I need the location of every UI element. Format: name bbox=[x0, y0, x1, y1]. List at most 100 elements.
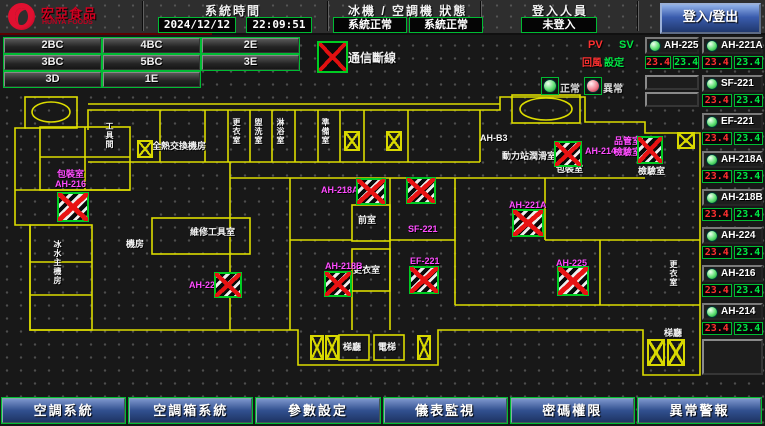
floor-button-4bc[interactable]: 4BC bbox=[103, 38, 200, 53]
plan-room-label: 機房 bbox=[126, 239, 144, 249]
unit-name-label: AH-214 bbox=[721, 306, 755, 317]
plan-room-label: 盥洗室 bbox=[253, 118, 263, 145]
unit-status-lamp bbox=[706, 154, 718, 166]
unit-ah-218b[interactable]: AH-218B bbox=[702, 189, 763, 206]
unit-ah-221a[interactable]: AH-221A bbox=[702, 37, 763, 54]
plan-unit-label: SF-221 bbox=[408, 224, 438, 234]
ahu-commfail-icon[interactable] bbox=[512, 209, 544, 237]
floor-button-3e[interactable]: 3E bbox=[202, 55, 299, 70]
unit-sv-value: 23.4 bbox=[734, 208, 764, 221]
unit-slot-empty bbox=[645, 75, 699, 90]
stair-icon bbox=[137, 140, 153, 158]
system-date-value: 2024/12/12 bbox=[158, 17, 236, 33]
company-name-en: HUNYA FOODS bbox=[42, 19, 93, 26]
login-logout-button[interactable]: 登入/登出 bbox=[660, 3, 761, 34]
nav-button-異常警報[interactable]: 異常警報 bbox=[638, 398, 761, 423]
ahu-commfail-icon[interactable] bbox=[356, 178, 386, 205]
unit-ah-225[interactable]: AH-225 bbox=[645, 37, 699, 54]
unit-sf-221[interactable]: SF-221 bbox=[702, 75, 763, 92]
plan-unit-label: AH-218B bbox=[325, 261, 363, 271]
bottom-nav: 空調系統空調箱系統參數設定儀表監視密碼權限異常警報 bbox=[1, 397, 764, 424]
floor-button-3d[interactable]: 3D bbox=[4, 72, 101, 87]
company-logo-icon bbox=[8, 3, 35, 30]
ahu-commfail-icon[interactable] bbox=[324, 271, 352, 297]
unit-ef-221[interactable]: EF-221 bbox=[702, 113, 763, 130]
unit-ah-216[interactable]: AH-216 bbox=[702, 265, 763, 282]
comm-fail-label: 通信斷線 bbox=[348, 49, 396, 66]
nav-button-密碼權限[interactable]: 密碼權限 bbox=[511, 398, 634, 423]
plan-unit-label: AH-214 bbox=[585, 146, 616, 156]
unit-pv-value: 23.4 bbox=[702, 322, 732, 335]
nav-button-參數設定[interactable]: 參數設定 bbox=[256, 398, 379, 423]
unit-slot-empty bbox=[645, 92, 699, 107]
unit-pv-value: 23.4 bbox=[702, 208, 732, 221]
pv-label: PV bbox=[588, 39, 603, 51]
nav-button-frame: 空調箱系統 bbox=[128, 397, 253, 424]
plan-room-label: 更衣室 bbox=[668, 260, 678, 287]
unit-values: 23.423.4 bbox=[702, 246, 763, 259]
ahu-commfail-icon[interactable] bbox=[409, 266, 439, 294]
stair-icon bbox=[386, 131, 402, 151]
floor-button-frame: 3BC bbox=[3, 54, 102, 71]
nav-button-frame: 空調系統 bbox=[1, 397, 126, 424]
ahu-commfail-icon[interactable] bbox=[554, 141, 582, 167]
floor-button-2e[interactable]: 2E bbox=[202, 38, 299, 53]
floor-buttons: 2BC4BC2E 3BC5BC3E 3D1E bbox=[3, 37, 300, 88]
floor-button-1e[interactable]: 1E bbox=[103, 72, 200, 87]
unit-sv-value: 23.4 bbox=[734, 170, 764, 183]
unit-ah-224[interactable]: AH-224 bbox=[702, 227, 763, 244]
ahu-commfail-icon[interactable] bbox=[637, 136, 663, 164]
floor-button-frame: 4BC bbox=[102, 37, 201, 54]
unit-status-lamp bbox=[706, 268, 718, 280]
unit-sv-value: 23.4 bbox=[734, 132, 764, 145]
pv-desc-label: 回風 bbox=[582, 54, 602, 69]
sv-label: SV bbox=[619, 39, 634, 51]
unit-values: 23.423.4 bbox=[702, 322, 763, 335]
ahu-commfail-icon[interactable] bbox=[214, 272, 242, 298]
nav-button-frame: 密碼權限 bbox=[510, 397, 635, 424]
plan-room-label: 檢驗室 bbox=[638, 166, 665, 176]
chiller-status-value: 系統正常 bbox=[333, 17, 407, 33]
plan-unit-label: 包裝室 bbox=[57, 169, 84, 179]
nav-button-frame: 異常警報 bbox=[637, 397, 762, 424]
stair-icon bbox=[344, 131, 360, 151]
abnormal-lamp-icon bbox=[584, 77, 602, 95]
ahu-commfail-icon[interactable] bbox=[57, 192, 89, 222]
header-separator bbox=[637, 1, 639, 31]
floor-button-5bc[interactable]: 5BC bbox=[103, 55, 200, 70]
normal-label: 正常 bbox=[560, 80, 580, 95]
plan-room-label: 淋浴室 bbox=[275, 118, 285, 145]
unit-ah-218a[interactable]: AH-218A bbox=[702, 151, 763, 168]
plan-room-label: 梯廳 bbox=[664, 328, 682, 338]
unit-status-lamp bbox=[706, 78, 718, 90]
stair-icon bbox=[677, 132, 695, 149]
stair-icon bbox=[647, 339, 665, 366]
nav-button-空調系統[interactable]: 空調系統 bbox=[2, 398, 125, 423]
unit-status-lamp bbox=[706, 116, 718, 128]
unit-sv-value: 23.4 bbox=[734, 94, 764, 107]
floor-button-2bc[interactable]: 2BC bbox=[4, 38, 101, 53]
unit-name-label: AH-218B bbox=[721, 192, 763, 203]
hmi-screen: 宏亞食品 HUNYA FOODS 系統時間 冰機 / 空調機 狀態 登入人員 2… bbox=[0, 0, 765, 426]
floor-button-3bc[interactable]: 3BC bbox=[4, 55, 101, 70]
nav-button-儀表監視[interactable]: 儀表監視 bbox=[384, 398, 507, 423]
nav-button-frame: 參數設定 bbox=[255, 397, 380, 424]
stair-icon bbox=[667, 339, 685, 366]
unit-status-lamp bbox=[706, 230, 718, 242]
nav-button-空調箱系統[interactable]: 空調箱系統 bbox=[129, 398, 252, 423]
ahu-commfail-icon[interactable] bbox=[557, 266, 589, 296]
plan-room-label: 維修工具室 bbox=[190, 227, 235, 237]
unit-pv-value: 23.4 bbox=[702, 246, 732, 259]
unit-ah-214[interactable]: AH-214 bbox=[702, 303, 763, 320]
plan-room-label: 準備室 bbox=[320, 118, 330, 145]
sv-desc-label: 設定 bbox=[604, 54, 624, 69]
ahu-status-value: 系統正常 bbox=[409, 17, 483, 33]
abnormal-label: 異常 bbox=[603, 80, 623, 95]
unit-values: 23.423.4 bbox=[702, 56, 763, 69]
unit-sv-value: 23.4 bbox=[734, 246, 764, 259]
comm-fail-icon bbox=[317, 41, 348, 73]
unit-sv-value: 23.4 bbox=[673, 56, 699, 69]
plan-room-label: 前室 bbox=[358, 215, 376, 225]
stair-icon bbox=[325, 335, 339, 360]
ahu-commfail-icon[interactable] bbox=[406, 177, 436, 204]
